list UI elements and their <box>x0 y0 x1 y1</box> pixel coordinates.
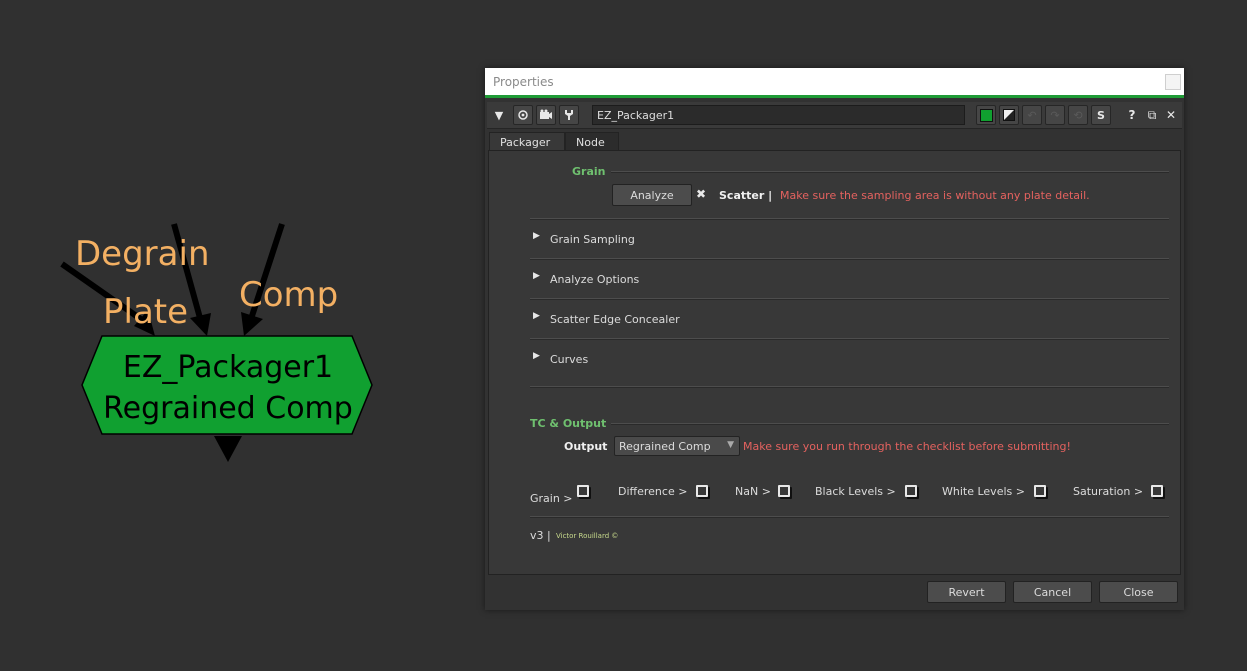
check-label-white-levels: White Levels > <box>942 485 1025 498</box>
check-label-saturation: Saturation > <box>1073 485 1144 498</box>
help-icon[interactable]: ? <box>1123 106 1141 124</box>
input-label-comp: Comp <box>239 275 339 315</box>
output-section-title: TC & Output <box>530 417 607 430</box>
window-title: Properties <box>493 75 554 89</box>
expand-arrow-icon: ▶ <box>533 271 540 281</box>
output-arrowhead <box>214 436 242 462</box>
plate-arrowhead <box>190 313 211 336</box>
footer-divider <box>530 516 1169 518</box>
node-name-input[interactable]: EZ_Packager1 <box>592 105 965 125</box>
packager-tab-content: Grain Analyze ✖ Scatter | Make sure the … <box>488 150 1181 575</box>
checkbox-grain[interactable] <box>577 485 589 497</box>
version-text: v3 | <box>530 529 551 542</box>
group-divider-1 <box>530 258 1169 260</box>
check-label-black-levels: Black Levels > <box>815 485 896 498</box>
check-label-nan: NaN > <box>735 485 771 498</box>
node-name-text: EZ_Packager1 <box>122 350 334 385</box>
output-warning-text: Make sure you run through the checklist … <box>743 440 1071 453</box>
group-curves[interactable]: ▶ Curves <box>533 351 1173 371</box>
float-icon[interactable]: ⧉ <box>1143 106 1161 124</box>
properties-titlebar[interactable]: Properties <box>485 68 1184 98</box>
output-dropdown-value: Regrained Comp <box>619 440 711 453</box>
collapse-arrow-icon[interactable]: ▼ <box>490 106 508 124</box>
input-label-degrain: Degrain <box>75 234 210 274</box>
input-label-plate: Plate <box>103 292 189 332</box>
properties-panel: Properties ▼ EZ_Packager1 ↶ ↷ ⟲ S ? ⧉ ✕ … <box>485 68 1184 610</box>
wrench-icon[interactable] <box>559 105 579 125</box>
checkbox-nan[interactable] <box>778 485 790 497</box>
group-divider-3 <box>530 338 1169 340</box>
grain-section-title: Grain <box>572 165 606 178</box>
author-credit: Victor Rouillard © <box>556 532 619 540</box>
group-divider-4 <box>530 386 1169 388</box>
group-scatter-edge-concealer[interactable]: ▶ Scatter Edge Concealer <box>533 311 1173 331</box>
checkbox-black-levels[interactable] <box>905 485 917 497</box>
close-button[interactable]: Close <box>1099 581 1178 603</box>
checkbox-white-levels[interactable] <box>1034 485 1046 497</box>
center-node-icon[interactable] <box>513 105 533 125</box>
group-analyze-options[interactable]: ▶ Analyze Options <box>533 271 1173 291</box>
dropdown-caret-icon: ▼ <box>727 440 734 450</box>
group-divider-top <box>530 218 1169 220</box>
cancel-button[interactable]: Cancel <box>1013 581 1092 603</box>
clear-analysis-icon[interactable]: ✖ <box>696 187 706 201</box>
redo-icon[interactable]: ↷ <box>1045 105 1065 125</box>
s-icon[interactable]: S <box>1091 105 1111 125</box>
checkbox-difference[interactable] <box>696 485 708 497</box>
undo-icon[interactable]: ↶ <box>1022 105 1042 125</box>
close-icon[interactable]: ✕ <box>1162 106 1180 124</box>
group-divider-2 <box>530 298 1169 300</box>
expand-arrow-icon: ▶ <box>533 231 540 241</box>
window-close-button[interactable] <box>1165 74 1181 90</box>
analyze-button[interactable]: Analyze <box>612 184 692 206</box>
grain-warning-text: Make sure the sampling area is without a… <box>780 189 1090 202</box>
revert-button[interactable]: Revert <box>927 581 1006 603</box>
node-toolbar: ▼ EZ_Packager1 ↶ ↷ ⟲ S ? ⧉ ✕ <box>487 102 1182 129</box>
grain-divider <box>611 171 1169 173</box>
node-graph[interactable]: Degrain Plate Comp EZ_Packager1 Regraine… <box>0 0 480 671</box>
viewer-icon[interactable] <box>536 105 556 125</box>
tab-node[interactable]: Node <box>565 132 619 151</box>
node-label-text: Regrained Comp <box>103 391 353 426</box>
comp-arrowhead <box>241 312 263 336</box>
revert-icon[interactable]: ⟲ <box>1068 105 1088 125</box>
checkbox-saturation[interactable] <box>1151 485 1163 497</box>
check-label-grain: Grain > <box>530 492 573 505</box>
node-graph-canvas <box>60 223 373 462</box>
output-dropdown[interactable]: Regrained Comp ▼ <box>614 436 740 456</box>
expand-arrow-icon: ▶ <box>533 351 540 361</box>
output-label: Output <box>564 440 608 453</box>
grain-status-text: Scatter | <box>719 189 773 202</box>
group-grain-sampling[interactable]: ▶ Grain Sampling <box>533 231 1173 251</box>
expand-arrow-icon: ▶ <box>533 311 540 321</box>
node-color-swatch[interactable] <box>976 105 996 125</box>
font-color-swatch[interactable] <box>999 105 1019 125</box>
check-label-difference: Difference > <box>618 485 688 498</box>
output-divider <box>611 423 1169 425</box>
tab-packager[interactable]: Packager <box>489 132 565 151</box>
